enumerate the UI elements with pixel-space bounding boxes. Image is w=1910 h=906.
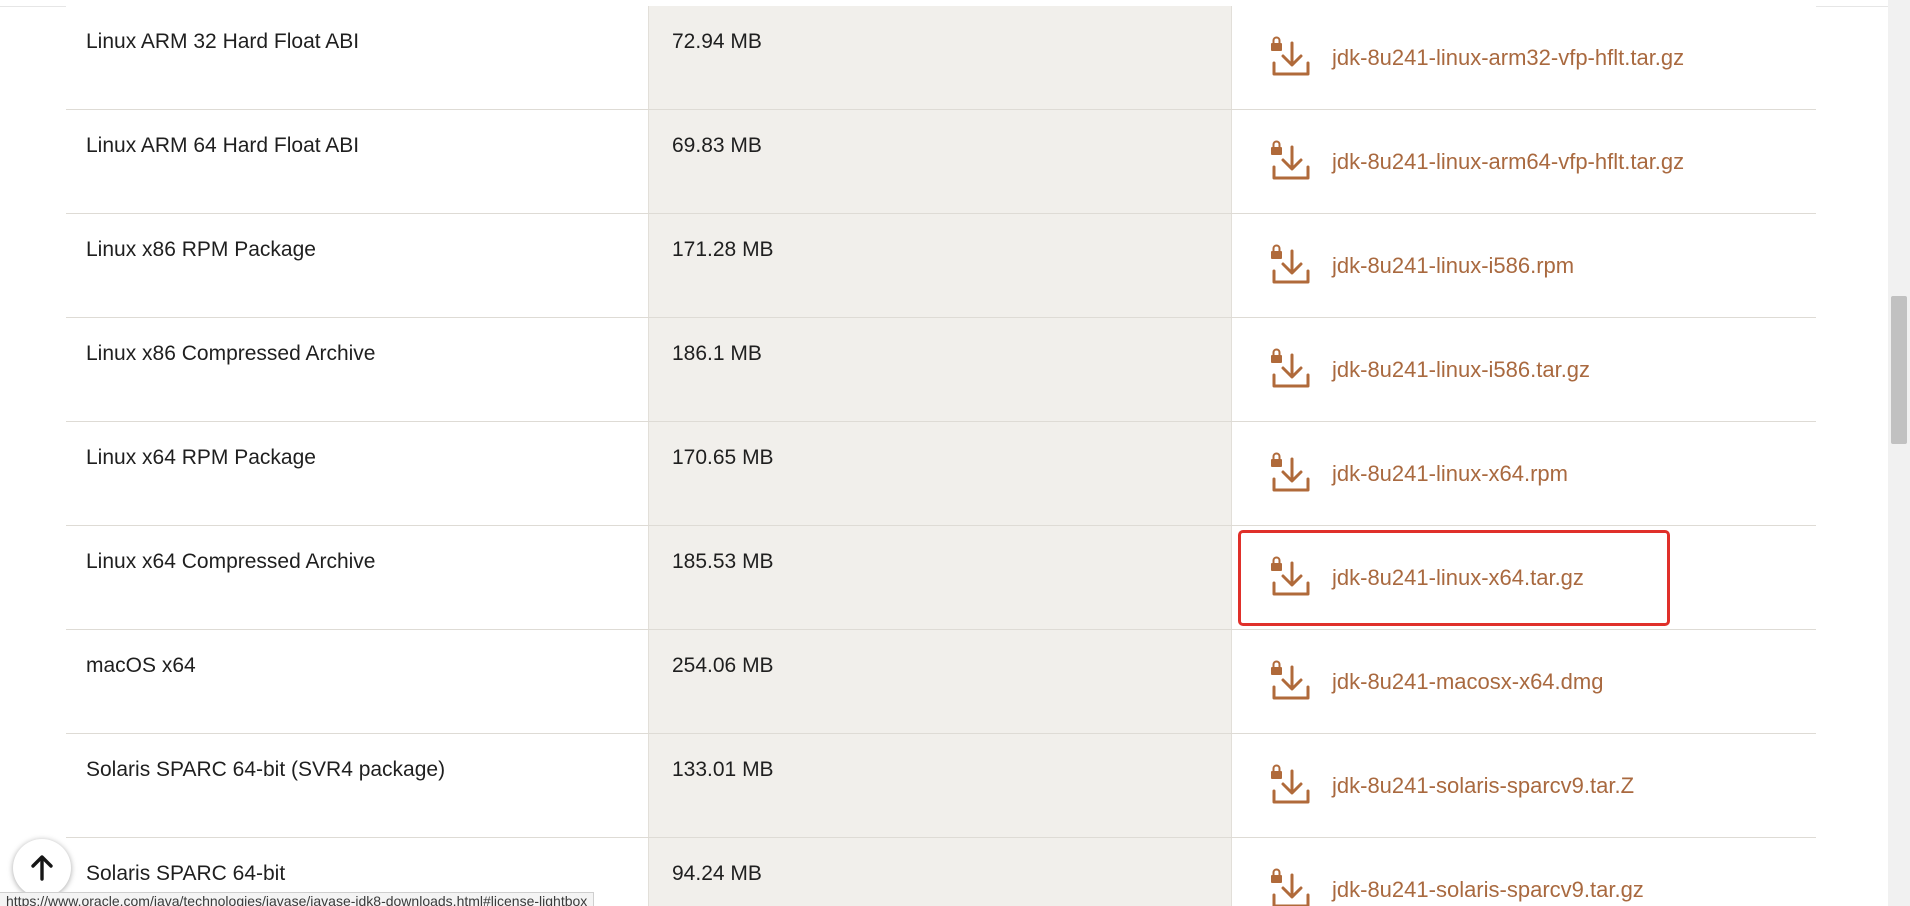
table-row: Linux x64 Compressed Archive 185.53 MB j… xyxy=(66,526,1816,630)
download-locked-icon[interactable] xyxy=(1270,244,1312,288)
download-locked-icon[interactable] xyxy=(1270,36,1312,80)
download-link[interactable]: jdk-8u241-linux-x64.tar.gz xyxy=(1332,565,1584,591)
product-cell: Linux ARM 32 Hard Float ABI xyxy=(66,6,648,109)
product-cell: Linux x86 RPM Package xyxy=(66,214,648,317)
file-size-cell: 185.53 MB xyxy=(648,526,1232,629)
vertical-scrollbar[interactable] xyxy=(1888,0,1910,906)
download-cell: jdk-8u241-linux-x64.rpm xyxy=(1232,422,1816,525)
product-cell: macOS x64 xyxy=(66,630,648,733)
download-cell: jdk-8u241-linux-arm32-vfp-hflt.tar.gz xyxy=(1232,6,1816,109)
product-cell: Solaris SPARC 64-bit (SVR4 package) xyxy=(66,734,648,837)
file-size-cell: 133.01 MB xyxy=(648,734,1232,837)
table-row: Linux ARM 64 Hard Float ABI 69.83 MB jdk… xyxy=(66,110,1816,214)
product-cell: Linux x64 Compressed Archive xyxy=(66,526,648,629)
download-cell: jdk-8u241-linux-i586.rpm xyxy=(1232,214,1816,317)
download-cell: jdk-8u241-linux-x64.tar.gz xyxy=(1232,526,1816,629)
scrollbar-thumb[interactable] xyxy=(1891,296,1907,444)
download-link[interactable]: jdk-8u241-linux-i586.rpm xyxy=(1332,253,1574,279)
file-size-cell: 170.65 MB xyxy=(648,422,1232,525)
page-viewport: Linux ARM 32 Hard Float ABI 72.94 MB jdk… xyxy=(0,0,1910,906)
download-locked-icon[interactable] xyxy=(1270,556,1312,600)
file-size-cell: 186.1 MB xyxy=(648,318,1232,421)
download-locked-icon[interactable] xyxy=(1270,764,1312,808)
download-locked-icon[interactable] xyxy=(1270,868,1312,906)
table-row: Linux ARM 32 Hard Float ABI 72.94 MB jdk… xyxy=(66,6,1816,110)
download-cell: jdk-8u241-solaris-sparcv9.tar.gz xyxy=(1232,838,1816,906)
file-size-cell: 69.83 MB xyxy=(648,110,1232,213)
download-locked-icon[interactable] xyxy=(1270,140,1312,184)
download-link[interactable]: jdk-8u241-linux-arm64-vfp-hflt.tar.gz xyxy=(1332,149,1684,175)
download-cell: jdk-8u241-linux-i586.tar.gz xyxy=(1232,318,1816,421)
file-size-cell: 94.24 MB xyxy=(648,838,1232,906)
download-locked-icon[interactable] xyxy=(1270,660,1312,704)
file-size-cell: 72.94 MB xyxy=(648,6,1232,109)
table-row: Linux x64 RPM Package 170.65 MB jdk-8u24… xyxy=(66,422,1816,526)
table-row: macOS x64 254.06 MB jdk-8u241-macosx-x64… xyxy=(66,630,1816,734)
download-cell: jdk-8u241-macosx-x64.dmg xyxy=(1232,630,1816,733)
download-link[interactable]: jdk-8u241-macosx-x64.dmg xyxy=(1332,669,1603,695)
product-cell: Linux x64 RPM Package xyxy=(66,422,648,525)
file-size-cell: 254.06 MB xyxy=(648,630,1232,733)
download-link[interactable]: jdk-8u241-solaris-sparcv9.tar.gz xyxy=(1332,877,1644,903)
arrow-up-icon xyxy=(31,855,53,881)
download-locked-icon[interactable] xyxy=(1270,348,1312,392)
table-row: Linux x86 Compressed Archive 186.1 MB jd… xyxy=(66,318,1816,422)
download-link[interactable]: jdk-8u241-linux-arm32-vfp-hflt.tar.gz xyxy=(1332,45,1684,71)
download-cell: jdk-8u241-linux-arm64-vfp-hflt.tar.gz xyxy=(1232,110,1816,213)
product-cell: Linux ARM 64 Hard Float ABI xyxy=(66,110,648,213)
product-cell: Linux x86 Compressed Archive xyxy=(66,318,648,421)
download-link[interactable]: jdk-8u241-solaris-sparcv9.tar.Z xyxy=(1332,773,1634,799)
table-row: Linux x86 RPM Package 171.28 MB jdk-8u24… xyxy=(66,214,1816,318)
download-link[interactable]: jdk-8u241-linux-i586.tar.gz xyxy=(1332,357,1590,383)
download-locked-icon[interactable] xyxy=(1270,452,1312,496)
status-bar-url: https://www.oracle.com/java/technologies… xyxy=(0,892,595,906)
file-size-cell: 171.28 MB xyxy=(648,214,1232,317)
back-to-top-button[interactable] xyxy=(13,839,71,897)
table-row: Solaris SPARC 64-bit (SVR4 package) 133.… xyxy=(66,734,1816,838)
download-table: Linux ARM 32 Hard Float ABI 72.94 MB jdk… xyxy=(66,6,1816,906)
download-cell: jdk-8u241-solaris-sparcv9.tar.Z xyxy=(1232,734,1816,837)
download-link[interactable]: jdk-8u241-linux-x64.rpm xyxy=(1332,461,1568,487)
